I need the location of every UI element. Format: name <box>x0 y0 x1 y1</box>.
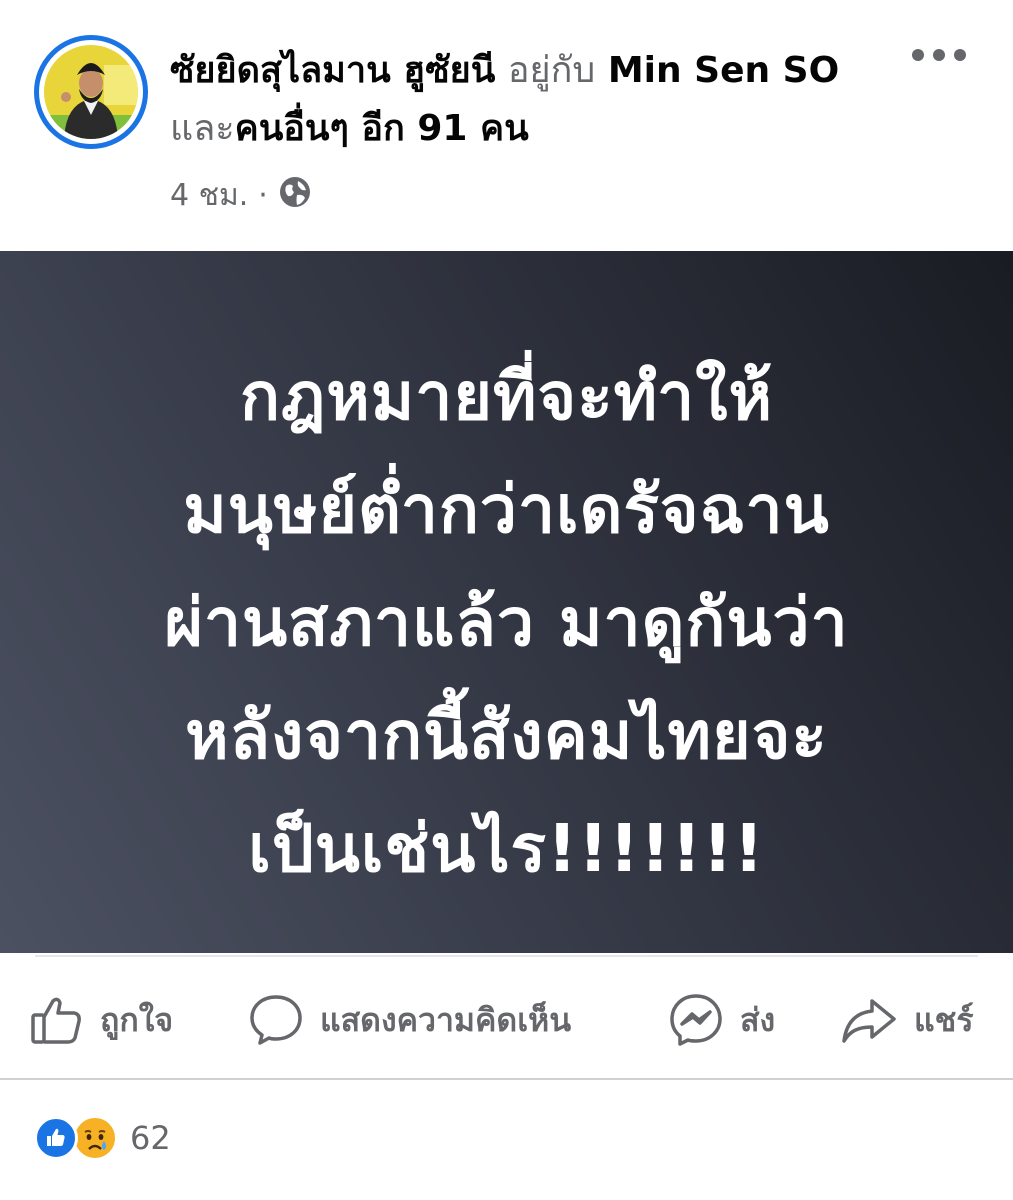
image-text-line: เป็นเช่นไร!!!!!!! <box>248 809 765 887</box>
image-text-line: กฎหมายที่จะทำให้ <box>240 357 773 435</box>
and-text: และ <box>170 108 235 149</box>
reactions-summary[interactable]: 62 <box>34 1112 171 1164</box>
author-name[interactable]: ซัยยิดสุไลมาน ฮูซัยนี <box>170 50 495 91</box>
image-text-line: หลังจากนี้สังคมไทยจะ <box>185 696 828 774</box>
thumbs-up-icon <box>30 993 84 1047</box>
meta-separator: · <box>258 178 268 213</box>
divider <box>35 955 978 957</box>
send-label: ส่ง <box>740 1000 776 1039</box>
image-text-line: ผ่านสภาแล้ว มาดูกันว่า <box>164 583 849 661</box>
image-text-line: มนุษย์ต่ำกว่าเดรัจฉาน <box>183 470 830 548</box>
post-image-text: กฎหมายที่จะทำให้ มนุษย์ต่ำกว่าเดรัจฉาน ผ… <box>77 340 937 905</box>
author-avatar[interactable] <box>34 35 148 149</box>
post-author-line: ซัยยิดสุไลมาน ฮูซัยนี อยู่กับ Min Sen SO… <box>170 42 910 158</box>
share-label: แชร์ <box>914 1000 974 1039</box>
post-image[interactable]: กฎหมายที่จะทำให้ มนุษย์ต่ำกว่าเดรัจฉาน ผ… <box>0 251 1013 953</box>
action-bar: ถูกใจ แสดงความคิดเห็น ส่ง แชร์ <box>0 980 1013 1060</box>
comment-button[interactable]: แสดงความคิดเห็น <box>248 980 571 1060</box>
tagged-name[interactable]: Min Sen SO <box>608 50 839 91</box>
reaction-count: 62 <box>130 1119 171 1157</box>
comment-icon <box>248 992 304 1048</box>
ellipsis-icon <box>912 49 924 61</box>
like-label: ถูกใจ <box>100 1000 174 1039</box>
share-button[interactable]: แชร์ <box>840 980 974 1060</box>
like-icon <box>34 1116 78 1160</box>
sad-icon <box>72 1115 118 1161</box>
avatar-image <box>44 45 138 139</box>
with-text: อยู่กับ <box>507 50 596 91</box>
messenger-icon <box>668 992 724 1048</box>
send-button[interactable]: ส่ง <box>668 980 775 1060</box>
timestamp[interactable]: 4 ชม. <box>170 172 248 219</box>
post-meta: 4 ชม. · <box>170 172 312 219</box>
post-header: ซัยยิดสุไลมาน ฮูซัยนี อยู่กับ Min Sen SO… <box>0 0 1013 250</box>
share-arrow-icon <box>840 993 898 1047</box>
divider <box>0 1078 1013 1080</box>
like-button[interactable]: ถูกใจ <box>30 980 173 1060</box>
others-link[interactable]: คนอื่นๆ อีก 91 คน <box>235 108 529 149</box>
more-options-button[interactable] <box>912 40 966 70</box>
globe-icon <box>278 175 312 217</box>
comment-label: แสดงความคิดเห็น <box>320 1000 572 1039</box>
